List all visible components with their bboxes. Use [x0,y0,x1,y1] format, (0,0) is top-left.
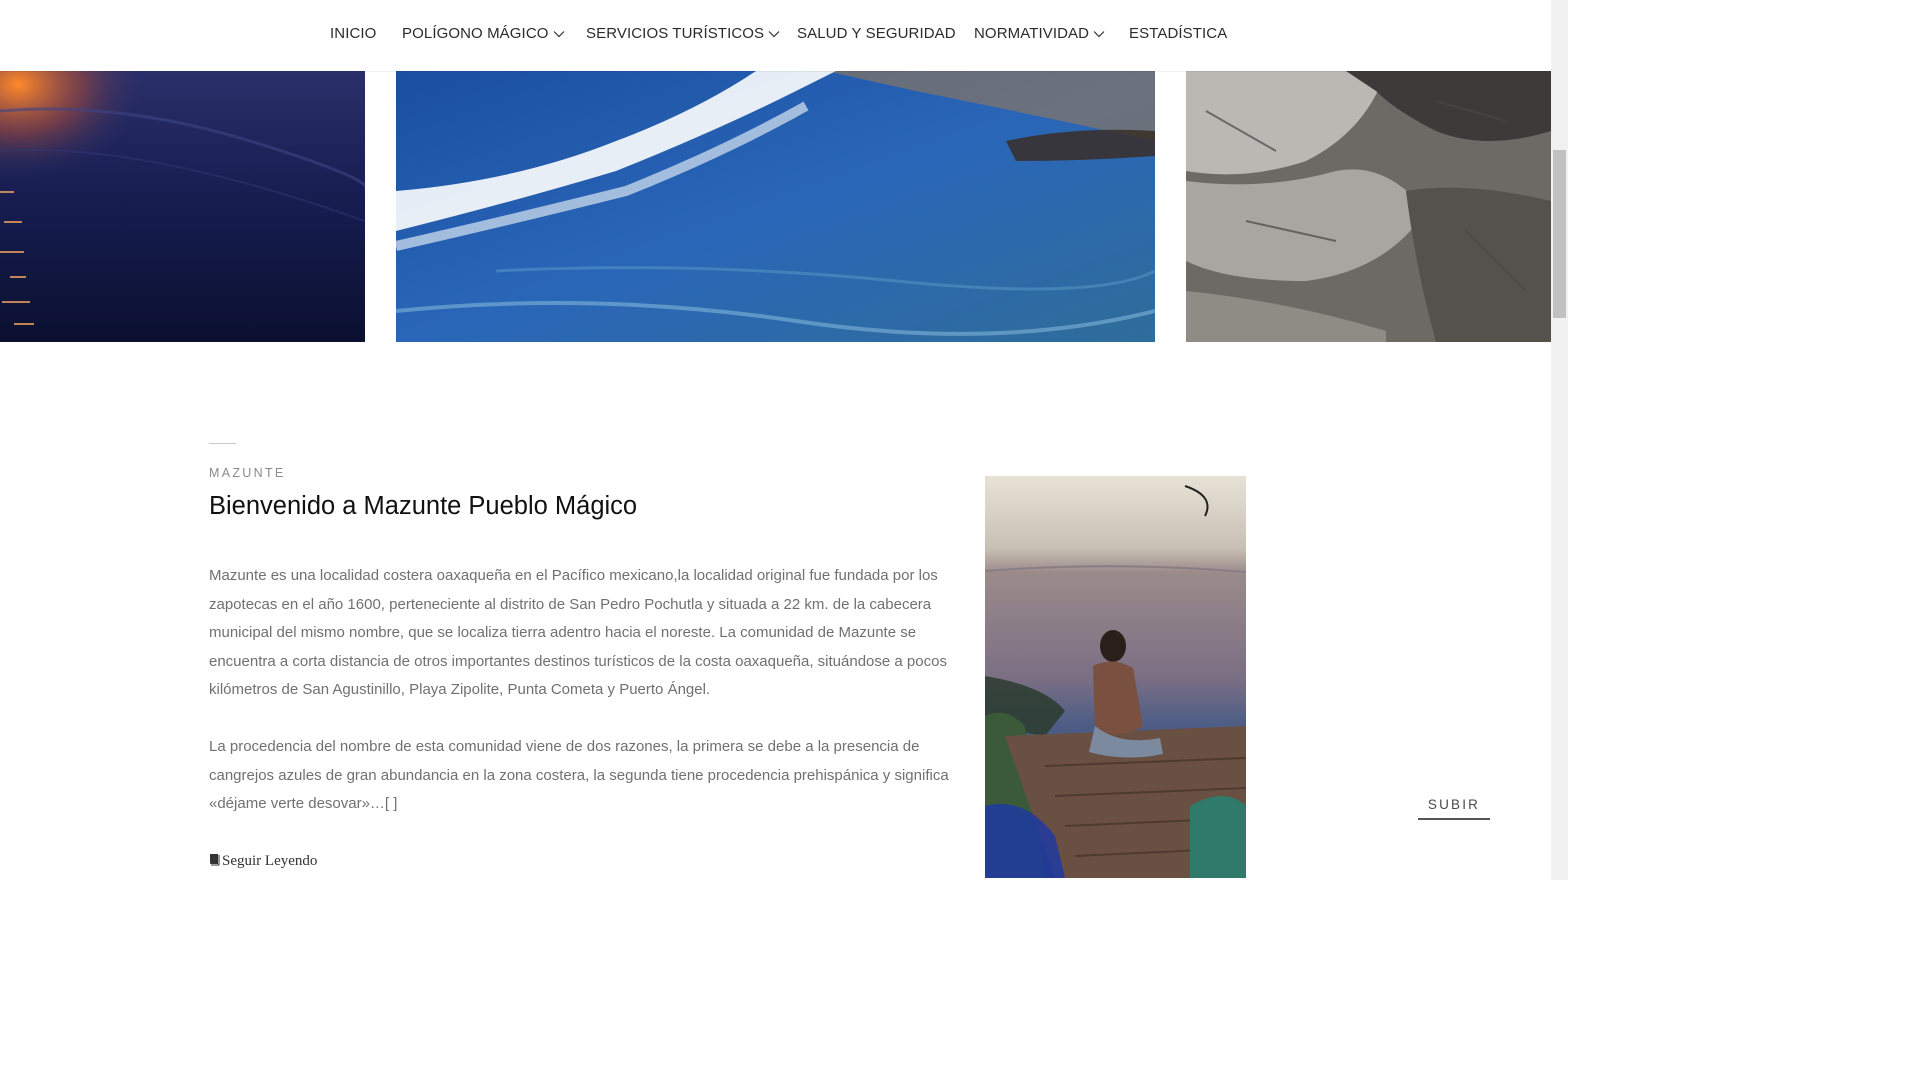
article-side-photo[interactable] [985,476,1246,878]
book-icon [210,854,220,866]
nav-item-label: ESTADÍSTICA [1129,25,1228,42]
chevron-down-icon [768,31,780,38]
read-more-link[interactable]: Seguir Leyendo [209,853,317,870]
ocean-waves-image [396,71,1155,342]
gallery-photo-sunset-sea[interactable] [0,71,365,342]
nav-item-label: POLÍGONO MÁGICO [402,25,549,42]
chevron-down-icon [553,31,564,38]
nav-item-poligono-magico[interactable]: POLÍGONO MÁGICO [402,25,565,42]
nav-item-servicios-turisticos[interactable]: SERVICIOS TURÍSTICOS [586,25,780,42]
article-title: Bienvenido a Mazunte Pueblo Mágico [209,492,638,520]
sunset-sea-image [0,71,365,342]
back-to-top-button[interactable]: SUBIR [1418,797,1490,820]
main-navigation: INICIO POLÍGONO MÁGICO SERVICIOS TURÍSTI… [0,0,1551,71]
nav-item-label: SERVICIOS TURÍSTICOS [586,25,765,42]
scrollbar-thumb[interactable] [1553,150,1566,318]
gallery-photo-rocks[interactable] [1186,71,1551,342]
chevron-down-icon [1093,31,1105,38]
nav-item-salud-seguridad[interactable]: SALUD Y SEGURIDAD [797,25,956,42]
gallery-photo-waves[interactable] [396,71,1155,342]
section-divider [209,443,236,444]
nav-item-normatividad[interactable]: NORMATIVIDAD [974,25,1105,42]
section-kicker: MAZUNTE [209,466,286,480]
read-more-label: Seguir Leyendo [222,853,318,869]
sunset-viewpoint-image [985,476,1246,878]
nav-item-inicio[interactable]: INICIO [330,25,376,42]
nav-item-label: NORMATIVIDAD [974,25,1090,42]
nav-item-label: INICIO [330,25,377,42]
article-paragraph-1: Mazunte es una localidad costera oaxaque… [209,567,947,699]
nav-item-estadistica[interactable]: ESTADÍSTICA [1129,25,1227,42]
article-paragraph-2: La procedencia del nombre de esta comuni… [209,738,949,813]
coastal-rocks-image [1186,71,1551,342]
page-scrollbar[interactable] [1551,0,1568,880]
nav-item-label: SALUD Y SEGURIDAD [797,25,956,42]
